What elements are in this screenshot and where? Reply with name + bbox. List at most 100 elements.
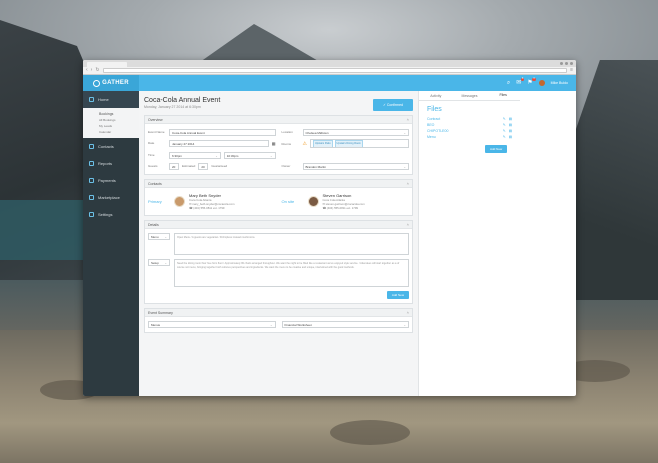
rooms-field[interactable]: Upstairs Patio Upstairs Dining Room [309,139,409,148]
file-item[interactable]: Menu ✎ ▤ [419,134,520,140]
overview-form: Event Name Coca-Cola Annual Event Locati… [145,124,412,174]
chevron-up-icon[interactable]: ˄ [407,181,409,186]
sidebar-item-payments[interactable]: Payments [83,172,139,189]
detail-textarea[interactable]: Need the dining room floor free from flo… [174,259,409,287]
event-summary-header[interactable]: Event Summary ˄ [145,309,412,317]
date-field[interactable]: January 27 2014 [169,139,269,147]
time-row: Time 6:30pm ⌄ 10:30pm ⌄ [148,151,276,159]
menus-select[interactable]: Menus ⌄ [148,321,276,328]
forward-icon[interactable]: › [91,68,93,73]
event-name-row: Event Name Coca-Cola Annual Event [148,128,276,136]
guests-row: Guests 20 Estimated 20 Guaranteed [148,162,276,170]
sidebar-item-label: Reports [98,161,113,166]
file-name[interactable]: Contract [427,117,440,121]
tab-messages[interactable]: Messages [453,91,487,100]
panel-title: Contacts [148,181,162,186]
right-panel: Activity Messages Files Files Contract ✎… [418,91,521,396]
edit-icon[interactable]: ✎ [503,123,506,127]
minimize-icon[interactable] [560,62,563,65]
calendar-icon[interactable]: ▦ [272,141,276,146]
reload-icon[interactable]: ↻ [95,68,99,73]
room-tag[interactable]: Upstairs Dining Room [334,140,363,147]
sidebar-item-contacts[interactable]: Contacts [83,138,139,155]
settings-icon [89,212,94,217]
add-new-file-button[interactable]: Add New [485,145,508,153]
edit-icon[interactable]: ✎ [503,129,506,133]
file-name[interactable]: BEO [427,123,434,127]
chevron-down-icon: ⌄ [403,130,406,135]
edit-icon[interactable]: ✎ [503,117,506,121]
time-end-select[interactable]: 10:30pm ⌄ [223,151,276,159]
guests-guaranteed-field[interactable]: 20 [198,162,209,170]
detail-type-select[interactable]: Setup ⌄ [148,259,170,266]
financial-worksheet-select[interactable]: Financial Worksheet ⌄ [281,321,409,328]
app-header: GATHER ⌕ ✉ 3 ⚑ 3 Mike Buldo [83,75,576,91]
guests-estimated-label: Estimated [182,164,196,168]
brand-name: GATHER [102,80,129,86]
address-bar[interactable] [102,68,568,73]
payments-icon [89,178,94,183]
details-header[interactable]: Details ˄ [145,221,412,229]
user-name[interactable]: Mike Buldo [551,81,568,85]
tab-activity[interactable]: Activity [419,91,453,100]
sidebar-item-home[interactable]: Home [83,91,139,108]
location-value: Chelsea Midtown [305,130,329,135]
contacts-panel: Contacts ˄ Primary Mary Beth Snyder Coca… [144,179,413,216]
detail-type-value: Setup [151,261,159,265]
confirmed-button[interactable]: ✓ Confirmed [372,99,413,111]
notifications-icon[interactable]: ⚑ 3 [527,77,536,86]
location-select[interactable]: Chelsea Midtown ⌄ [302,128,409,136]
file-name[interactable]: Menu [427,135,436,139]
tab-files[interactable]: Files [486,91,521,100]
brand[interactable]: GATHER [83,75,139,91]
event-name-field[interactable]: Coca-Cola Annual Event [169,128,276,136]
chevron-up-icon[interactable]: ˄ [407,310,409,315]
contacts-header[interactable]: Contacts ˄ [145,180,412,188]
guests-estimated-field[interactable]: 20 [169,162,179,170]
panel-title: Overview [148,117,163,122]
messages-icon[interactable]: ✉ 3 [516,77,525,86]
sidebar-item-label: Payments [98,178,116,183]
marketplace-icon [89,195,94,200]
reports-icon [89,161,94,166]
time-start-select[interactable]: 6:30pm ⌄ [169,151,221,159]
contact-phone[interactable]: ☎ (404) 555-0811 ext. 1799 [323,206,365,210]
file-name[interactable]: CHIPOTLE00 [427,129,448,133]
avatar[interactable] [538,80,545,86]
owner-row: Owner Brandon Martin ⌄ [282,162,409,170]
messages-badge: 3 [520,77,525,81]
detail-type-value: Menu [151,235,159,239]
detail-type-select[interactable]: Menu ⌄ [148,233,170,240]
back-icon[interactable]: ‹ [86,68,88,73]
delete-icon[interactable]: ▤ [509,135,512,139]
time-end-value: 10:30pm [226,153,239,158]
add-new-detail-button[interactable]: Add New [386,291,409,299]
menus-value: Menus [151,323,161,327]
search-icon[interactable]: ⌕ [507,80,510,86]
detail-textarea[interactable]: Open Menu / A guests are vegetarian. Shr… [174,233,409,255]
contact-card-primary[interactable]: Primary Mary Beth Snyder Coca Cola Atlan… [148,193,276,210]
chevron-up-icon[interactable]: ˄ [407,222,409,227]
contact-card-onsite[interactable]: On site Steven Garrison Coca Cola Atlant… [282,193,410,210]
sidebar-item-reports[interactable]: Reports [83,155,139,172]
overview-header[interactable]: Overview ˄ [145,116,412,124]
maximize-icon[interactable] [565,62,568,65]
sidebar-item-marketplace[interactable]: Marketplace [83,189,139,206]
contact-phone[interactable]: ☎ (404) 555-0811 ext. 1799 [189,206,234,210]
right-panel-tabs: Activity Messages Files [419,91,521,101]
browser-tab[interactable] [87,62,127,67]
delete-icon[interactable]: ▤ [509,123,512,127]
menu-icon[interactable]: ≡ [570,68,573,73]
details-body: Menu ⌄ Open Menu / A guests are vegetaria… [145,229,412,303]
sidebar-item-settings[interactable]: Settings [83,206,139,223]
delete-icon[interactable]: ▤ [509,129,512,133]
contact-role: On site [281,199,295,204]
room-tag[interactable]: Upstairs Patio [312,140,333,147]
close-icon[interactable] [570,62,573,65]
edit-icon[interactable]: ✎ [503,135,506,139]
chevron-down-icon: ⌄ [215,153,218,158]
owner-select[interactable]: Brandon Martin ⌄ [302,162,409,170]
chevron-up-icon[interactable]: ˄ [407,117,409,122]
delete-icon[interactable]: ▤ [509,117,512,121]
submenu-item-calendar[interactable]: Calendar [99,129,139,135]
